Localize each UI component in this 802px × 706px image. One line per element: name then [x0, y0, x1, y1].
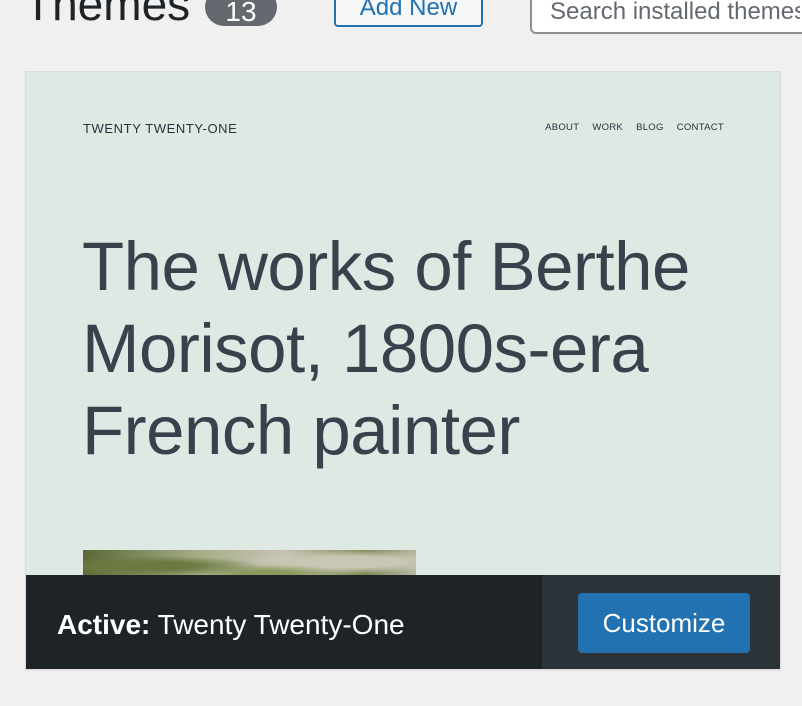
active-prefix: Active:	[57, 609, 151, 640]
preview-headline: The works of Berthe Morisot, 1800s-era F…	[82, 226, 762, 472]
preview-painting-image	[83, 550, 416, 575]
theme-card[interactable]: TWENTY TWENTY-ONE ABOUT WORK BLOG CONTAC…	[25, 71, 781, 670]
preview-headline-line: Morisot, 1800s-era	[82, 310, 649, 387]
preview-nav-item: WORK	[592, 122, 624, 133]
active-theme-label: Active: Twenty Twenty-One	[26, 575, 542, 669]
add-new-button[interactable]: Add New	[334, 0, 483, 27]
preview-nav: ABOUT WORK BLOG CONTACT	[545, 122, 724, 133]
preview-nav-item: ABOUT	[545, 122, 580, 133]
preview-nav-item: BLOG	[636, 122, 664, 133]
theme-footer-bar: Active: Twenty Twenty-One Customize	[26, 575, 780, 669]
search-input[interactable]	[530, 0, 802, 34]
theme-name: Twenty Twenty-One	[157, 609, 405, 640]
theme-actions: Customize	[542, 575, 780, 669]
page-title: Themes	[24, 0, 191, 30]
preview-headline-line: The works of Berthe	[82, 228, 690, 305]
theme-screenshot[interactable]: TWENTY TWENTY-ONE ABOUT WORK BLOG CONTAC…	[26, 72, 780, 575]
preview-headline-line: French painter	[82, 392, 520, 469]
preview-site-title: TWENTY TWENTY-ONE	[83, 121, 238, 136]
theme-count-badge: 13	[205, 0, 277, 26]
customize-button[interactable]: Customize	[578, 593, 750, 653]
preview-nav-item: CONTACT	[676, 122, 724, 133]
